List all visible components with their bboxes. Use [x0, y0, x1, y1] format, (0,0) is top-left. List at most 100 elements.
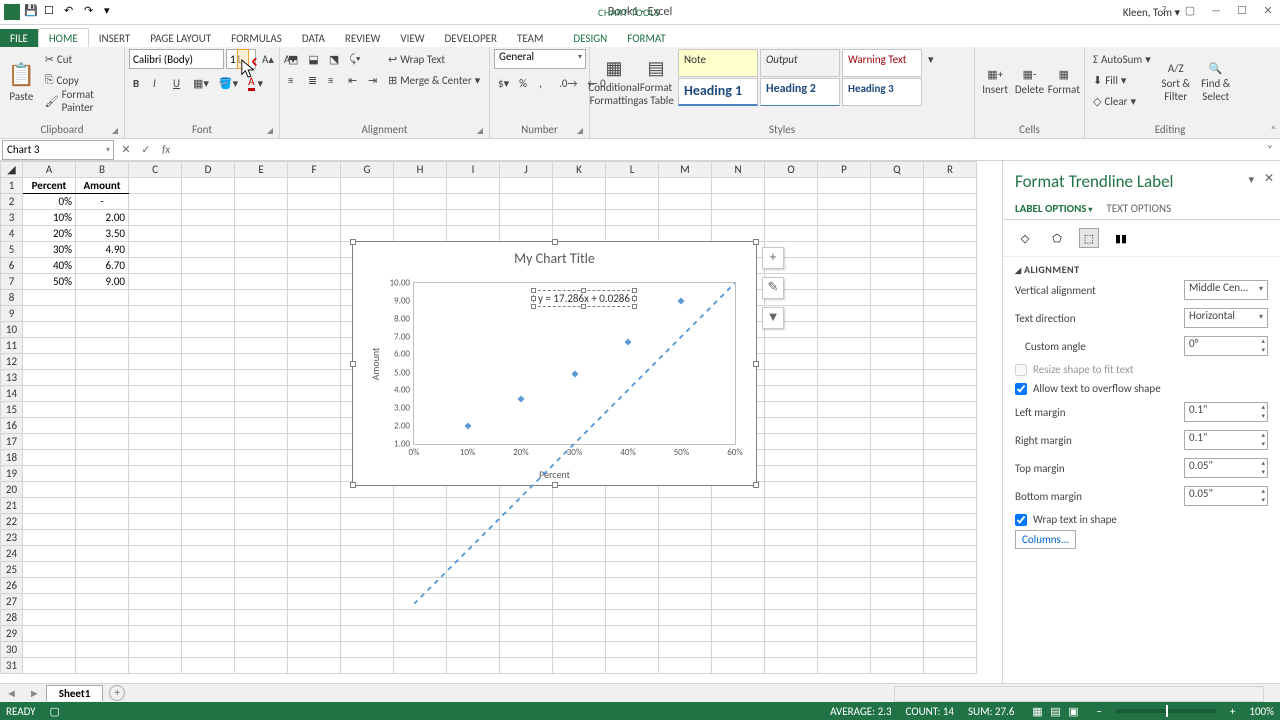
- tab-insert[interactable]: INSERT: [89, 29, 141, 47]
- font-name-input[interactable]: [129, 49, 224, 69]
- undo-icon[interactable]: ↶: [64, 4, 80, 20]
- col-header[interactable]: E: [235, 162, 288, 178]
- formula-bar-input[interactable]: [176, 140, 1260, 160]
- number-format-combo[interactable]: General: [494, 49, 586, 69]
- cell-style-heading3[interactable]: Heading 3: [842, 78, 922, 106]
- insert-cells-button[interactable]: ▦+Insert: [979, 49, 1011, 115]
- increase-decimal-icon[interactable]: .0→: [555, 73, 581, 93]
- align-left-icon[interactable]: ≡: [284, 70, 302, 90]
- row-header[interactable]: 19: [1, 466, 23, 482]
- fill-button[interactable]: ⬇ Fill ▾: [1089, 70, 1155, 90]
- chart-filters-button[interactable]: ▼: [762, 307, 784, 329]
- autosum-button[interactable]: Σ AutoSum ▾: [1089, 49, 1155, 69]
- tab-review[interactable]: REVIEW: [335, 29, 391, 47]
- pane-tab-label-options[interactable]: LABEL OPTIONS: [1015, 198, 1092, 219]
- format-painter-button[interactable]: 🖌 Format Painter: [41, 91, 120, 111]
- border-button[interactable]: ▦▾: [189, 73, 213, 93]
- delete-cells-button[interactable]: ▦-Delete: [1013, 49, 1045, 115]
- cell[interactable]: 0%: [23, 194, 76, 210]
- align-center-icon[interactable]: ≣: [304, 70, 322, 90]
- row-header[interactable]: 25: [1, 562, 23, 578]
- col-header[interactable]: N: [712, 162, 765, 178]
- expand-formula-bar-icon[interactable]: ˅: [1260, 143, 1280, 156]
- format-cells-button[interactable]: ▦Format: [1048, 49, 1080, 115]
- col-header[interactable]: J: [500, 162, 553, 178]
- cell[interactable]: Amount: [76, 178, 129, 194]
- pane-tab-text-options[interactable]: TEXT OPTIONS: [1106, 198, 1171, 219]
- wrap-text-checkbox[interactable]: [1015, 514, 1027, 526]
- cell-style-output[interactable]: Output: [760, 49, 840, 77]
- align-right-icon[interactable]: ≡: [324, 70, 342, 90]
- overflow-shape-checkbox[interactable]: [1015, 383, 1027, 395]
- row-header[interactable]: 22: [1, 514, 23, 530]
- paste-button[interactable]: 📋Paste: [4, 49, 39, 115]
- view-normal-icon[interactable]: ▦: [1028, 705, 1046, 718]
- clipboard-dialog-icon[interactable]: ◢: [112, 126, 118, 136]
- pane-close-icon[interactable]: ✕: [1264, 171, 1274, 186]
- row-header[interactable]: 11: [1, 338, 23, 354]
- row-header[interactable]: 28: [1, 610, 23, 626]
- cell-style-heading1[interactable]: Heading 1: [678, 78, 758, 106]
- row-header[interactable]: 6: [1, 258, 23, 274]
- fill-color-button[interactable]: 🪣▾: [215, 73, 242, 93]
- cell[interactable]: 50%: [23, 274, 76, 290]
- cell[interactable]: -: [76, 194, 129, 210]
- zoom-in-icon[interactable]: +: [1230, 705, 1235, 718]
- underline-button[interactable]: U: [169, 73, 187, 93]
- row-header[interactable]: 30: [1, 642, 23, 658]
- clear-button[interactable]: ◇ Clear ▾: [1089, 91, 1155, 111]
- row-header[interactable]: 18: [1, 450, 23, 466]
- row-header[interactable]: 20: [1, 482, 23, 498]
- col-header[interactable]: A: [23, 162, 76, 178]
- cell[interactable]: 10%: [23, 210, 76, 226]
- col-header[interactable]: O: [765, 162, 818, 178]
- orientation-icon[interactable]: ⤹▾: [345, 49, 364, 69]
- row-header[interactable]: 4: [1, 226, 23, 242]
- embedded-chart[interactable]: My Chart Title Amount Percent 1.00 2.00 …: [352, 241, 757, 486]
- col-header[interactable]: F: [288, 162, 341, 178]
- row-header[interactable]: 12: [1, 354, 23, 370]
- row-header[interactable]: 21: [1, 498, 23, 514]
- wrap-text-button[interactable]: ↩ Wrap Text: [384, 49, 484, 69]
- decrease-indent-icon[interactable]: ⇤: [344, 70, 362, 90]
- top-margin-input[interactable]: 0.05": [1184, 458, 1268, 478]
- cell-style-warning[interactable]: Warning Text: [842, 49, 922, 77]
- font-color-button[interactable]: A▾: [244, 73, 267, 93]
- sort-filter-button[interactable]: A/ZSort & Filter: [1157, 49, 1195, 115]
- cell[interactable]: 3.50: [76, 226, 129, 242]
- sheet-nav-prev-icon[interactable]: ◄: [0, 687, 23, 700]
- cell[interactable]: 2.00: [76, 210, 129, 226]
- font-dialog-icon[interactable]: ◢: [267, 126, 273, 136]
- col-header[interactable]: R: [924, 162, 977, 178]
- row-header[interactable]: 16: [1, 418, 23, 434]
- fx-icon[interactable]: fx: [156, 143, 176, 156]
- comma-format-icon[interactable]: ,: [535, 73, 553, 93]
- horizontal-scrollbar[interactable]: [894, 686, 1264, 702]
- sheet-tab-sheet1[interactable]: Sheet1: [46, 685, 104, 701]
- close-icon[interactable]: ✕: [1260, 4, 1276, 20]
- save-icon[interactable]: 💾: [24, 4, 40, 20]
- row-header[interactable]: 2: [1, 194, 23, 210]
- touch-mode-icon[interactable]: ☐: [44, 4, 60, 20]
- italic-button[interactable]: I: [149, 73, 167, 93]
- tab-design[interactable]: DESIGN: [563, 29, 617, 47]
- pane-options-dropdown-icon[interactable]: ▾: [1248, 173, 1254, 186]
- tab-file[interactable]: FILE: [0, 29, 38, 47]
- cell[interactable]: 9.00: [76, 274, 129, 290]
- align-middle-icon[interactable]: ⬓: [304, 49, 322, 69]
- tab-page-layout[interactable]: PAGE LAYOUT: [140, 29, 221, 47]
- pane-icon-size[interactable]: ⬚: [1079, 228, 1099, 248]
- row-header[interactable]: 7: [1, 274, 23, 290]
- col-header[interactable]: I: [447, 162, 500, 178]
- zoom-slider[interactable]: [1116, 709, 1216, 713]
- increase-indent-icon[interactable]: ⇥: [364, 70, 382, 90]
- row-header[interactable]: 26: [1, 578, 23, 594]
- qat-more-icon[interactable]: ▾: [104, 4, 120, 20]
- tab-data[interactable]: DATA: [292, 29, 335, 47]
- row-header[interactable]: 15: [1, 402, 23, 418]
- cell[interactable]: 4.90: [76, 242, 129, 258]
- col-header[interactable]: D: [182, 162, 235, 178]
- zoom-level[interactable]: 100%: [1249, 705, 1274, 718]
- align-bottom-icon[interactable]: ⬔: [325, 49, 343, 69]
- sheet-nav-next-icon[interactable]: ►: [23, 687, 46, 700]
